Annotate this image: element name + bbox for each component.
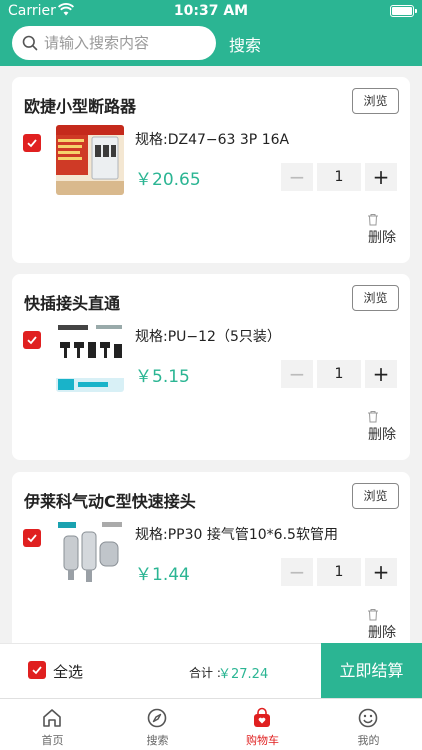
cart-item-card: 伊莱科气动C型快速接头 浏览 规格:PP30 接气管10*6.5软管用 ￥1.4… — [12, 472, 410, 658]
product-image[interactable] — [56, 520, 124, 590]
quantity-value[interactable]: 1 — [317, 558, 361, 586]
product-title[interactable]: 伊莱科气动C型快速接头 — [24, 488, 196, 512]
increase-quantity-button[interactable]: + — [365, 558, 397, 586]
item-checkbox[interactable] — [23, 134, 41, 152]
tab-search[interactable]: 搜索 — [105, 699, 210, 750]
product-price: ￥5.15 — [135, 367, 190, 387]
search-button[interactable]: 搜索 — [229, 32, 261, 56]
search-input[interactable] — [44, 26, 210, 60]
increase-quantity-button[interactable]: + — [365, 360, 397, 388]
battery-icon — [390, 5, 417, 17]
browse-button[interactable]: 浏览 — [352, 483, 399, 509]
cart-bag-icon — [251, 707, 273, 729]
smiley-icon — [357, 707, 379, 729]
product-price: ￥20.65 — [135, 170, 201, 190]
delete-button[interactable]: 删除 — [368, 622, 396, 642]
delete-button[interactable]: 删除 — [368, 424, 396, 444]
item-checkbox[interactable] — [23, 529, 41, 547]
search-header: 搜索 — [0, 22, 422, 66]
compass-icon — [146, 707, 168, 729]
product-title[interactable]: 欧捷小型断路器 — [24, 93, 136, 117]
status-bar: Carrier 10:37 AM — [0, 0, 422, 22]
decrease-quantity-button[interactable]: − — [281, 360, 313, 388]
tab-label: 我的 — [357, 734, 380, 747]
cart-item-card: 欧捷小型断路器 浏览 规格:DZ47−63 3P 16A ￥20.65 − 1 … — [12, 77, 410, 263]
total-amount: ￥27.24 — [218, 667, 269, 682]
search-icon — [22, 35, 38, 51]
select-all-checkbox[interactable] — [28, 661, 46, 679]
product-spec: 规格:PU−12（5只装） — [135, 329, 281, 345]
browse-button[interactable]: 浏览 — [352, 285, 399, 311]
product-title[interactable]: 快插接头直通 — [24, 290, 120, 314]
increase-quantity-button[interactable]: + — [365, 163, 397, 191]
product-image[interactable] — [56, 125, 124, 195]
tab-label: 搜索 — [146, 734, 169, 747]
home-icon — [41, 707, 63, 729]
quantity-value[interactable]: 1 — [317, 360, 361, 388]
tab-home[interactable]: 首页 — [0, 699, 105, 750]
trash-icon[interactable] — [367, 606, 379, 621]
tab-cart[interactable]: 购物车 — [210, 699, 315, 750]
clock: 10:37 AM — [173, 3, 249, 19]
quantity-value[interactable]: 1 — [317, 163, 361, 191]
trash-icon[interactable] — [367, 408, 379, 423]
tab-label: 首页 — [41, 734, 64, 747]
tab-profile[interactable]: 我的 — [316, 699, 421, 750]
item-checkbox[interactable] — [23, 331, 41, 349]
product-spec: 规格:DZ47−63 3P 16A — [135, 132, 290, 148]
cart-item-card: 快插接头直通 浏览 规格:PU−12（5只装） ￥5.15 − 1 + 删除 — [12, 274, 410, 460]
total-label: 合计 : — [189, 666, 221, 680]
browse-button[interactable]: 浏览 — [352, 88, 399, 114]
decrease-quantity-button[interactable]: − — [281, 558, 313, 586]
search-box[interactable] — [12, 26, 216, 60]
select-all-label[interactable]: 全选 — [53, 661, 83, 682]
trash-icon[interactable] — [367, 211, 379, 226]
tab-bar: 首页 搜索 购物车 我的 — [0, 698, 422, 750]
product-spec: 规格:PP30 接气管10*6.5软管用 — [135, 527, 338, 543]
tab-label: 购物车 — [246, 734, 279, 747]
decrease-quantity-button[interactable]: − — [281, 163, 313, 191]
product-image[interactable] — [56, 322, 124, 392]
product-price: ￥1.44 — [135, 565, 190, 585]
checkout-button[interactable]: 立即结算 — [321, 643, 422, 698]
delete-button[interactable]: 删除 — [368, 227, 396, 247]
